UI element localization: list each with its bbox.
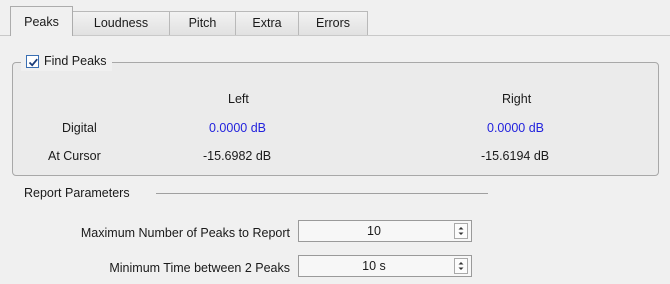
- min-time-value[interactable]: 10 s: [299, 259, 449, 273]
- report-parameters-rule: [156, 193, 488, 194]
- max-peaks-label: Maximum Number of Peaks to Report: [80, 226, 290, 240]
- report-parameters-title: Report Parameters: [24, 186, 130, 200]
- row-label-at-cursor: At Cursor: [48, 149, 101, 163]
- tab-pane-border: [0, 35, 670, 36]
- tab-loudness[interactable]: Loudness: [72, 11, 170, 35]
- up-down-arrows-icon: [458, 227, 464, 235]
- up-down-arrows-icon: [458, 262, 464, 270]
- min-time-spinbox[interactable]: 10 s: [298, 255, 472, 277]
- column-header-right: Right: [502, 92, 532, 106]
- min-time-stepper[interactable]: [454, 258, 468, 274]
- row-label-digital: Digital: [62, 121, 97, 135]
- checkmark-icon: [28, 58, 38, 67]
- find-peaks-group: [12, 62, 659, 176]
- at-cursor-right-value: -15.6194 dB: [481, 149, 550, 163]
- digital-right-value: 0.0000 dB: [487, 121, 544, 135]
- digital-left-value: 0.0000 dB: [209, 121, 266, 135]
- tab-extra[interactable]: Extra: [235, 11, 299, 35]
- find-peaks-label: Find Peaks: [44, 54, 107, 68]
- column-header-left: Left: [228, 92, 249, 106]
- max-peaks-spinbox[interactable]: 10: [298, 220, 472, 242]
- tab-pitch[interactable]: Pitch: [169, 11, 236, 35]
- tab-peaks[interactable]: Peaks: [10, 6, 73, 36]
- find-peaks-checkbox[interactable]: [26, 54, 39, 68]
- max-peaks-value[interactable]: 10: [299, 224, 449, 238]
- min-time-label: Minimum Time between 2 Peaks: [109, 261, 290, 275]
- tab-errors[interactable]: Errors: [298, 11, 368, 35]
- at-cursor-left-value: -15.6982 dB: [203, 149, 272, 163]
- find-peaks-legend: Find Peaks: [21, 51, 112, 71]
- max-peaks-stepper[interactable]: [454, 223, 468, 239]
